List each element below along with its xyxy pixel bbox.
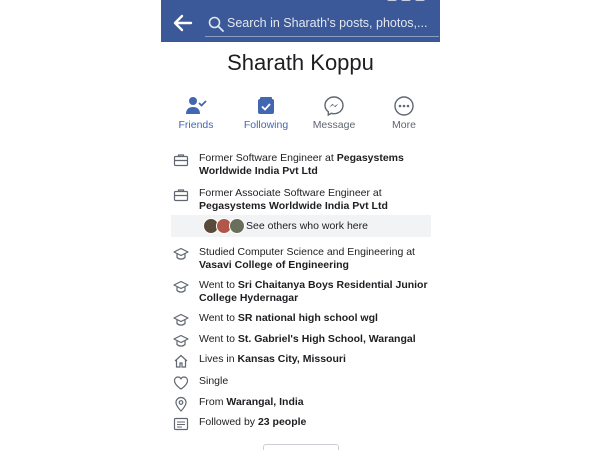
graduation-cap-icon bbox=[173, 313, 189, 326]
education-prefix: Studied Computer Science and Engineering… bbox=[199, 246, 415, 258]
graduation-cap-icon bbox=[173, 334, 189, 347]
more-icon bbox=[394, 96, 414, 116]
followed-prefix: Followed by bbox=[199, 416, 258, 428]
school-link[interactable]: St. Gabriel's High School, Warangal bbox=[238, 333, 416, 345]
following-button[interactable]: Following bbox=[237, 92, 295, 132]
relationship-status: Single bbox=[199, 375, 229, 387]
search-input[interactable] bbox=[227, 13, 437, 33]
graduation-cap-icon bbox=[173, 247, 189, 260]
top-bar bbox=[161, 3, 440, 42]
status-indicator bbox=[387, 0, 397, 1]
work-prefix: Former Software Engineer at bbox=[199, 152, 337, 164]
location-pin-icon bbox=[175, 396, 187, 412]
friends-icon bbox=[186, 97, 207, 114]
messenger-icon bbox=[324, 96, 344, 117]
friends-label: Friends bbox=[178, 119, 214, 131]
more-button[interactable]: More bbox=[375, 92, 433, 132]
education-prefix: Went to bbox=[199, 312, 238, 324]
profile-actions: Friends Following Message More bbox=[161, 92, 440, 132]
employer-link[interactable]: Pegasystems Worldwide India Pvt Ltd bbox=[199, 200, 388, 212]
graduation-cap-icon bbox=[173, 280, 189, 293]
following-icon bbox=[258, 97, 274, 114]
briefcase-icon bbox=[173, 154, 189, 167]
see-others-button[interactable]: See others who work here bbox=[171, 215, 431, 237]
home-icon bbox=[174, 354, 188, 368]
profile-name: Sharath Koppu bbox=[227, 50, 374, 75]
school-link[interactable]: Vasavi College of Engineering bbox=[199, 259, 349, 271]
followers-link[interactable]: 23 people bbox=[258, 416, 306, 428]
coworker-avatar bbox=[229, 218, 245, 234]
see-others-label: See others who work here bbox=[246, 220, 368, 232]
search-bar[interactable] bbox=[205, 12, 439, 37]
briefcase-icon bbox=[173, 189, 189, 202]
hometown-link[interactable]: Warangal, India bbox=[226, 396, 303, 408]
see-more-about-button[interactable] bbox=[263, 444, 339, 450]
city-link[interactable]: Kansas City, Missouri bbox=[238, 353, 346, 365]
education-prefix: Went to bbox=[199, 279, 238, 291]
back-arrow-icon[interactable] bbox=[171, 11, 195, 35]
heart-icon bbox=[173, 376, 189, 390]
from-prefix: From bbox=[199, 396, 227, 408]
work-prefix: Former Associate Software Engineer at bbox=[199, 187, 382, 199]
lives-prefix: Lives in bbox=[199, 353, 238, 365]
message-button[interactable]: Message bbox=[305, 92, 363, 132]
status-indicator bbox=[401, 0, 411, 1]
rss-feed-icon bbox=[173, 417, 189, 431]
message-label: Message bbox=[312, 119, 356, 131]
status-indicator bbox=[415, 0, 425, 1]
friends-button[interactable]: Friends bbox=[167, 92, 225, 132]
education-prefix: Went to bbox=[199, 333, 238, 345]
school-link[interactable]: SR national high school wgl bbox=[238, 312, 378, 324]
search-icon bbox=[208, 16, 224, 32]
more-label: More bbox=[392, 119, 416, 131]
profile-screen: Sharath Koppu Friends Following Message bbox=[161, 0, 440, 450]
following-label: Following bbox=[243, 119, 289, 131]
